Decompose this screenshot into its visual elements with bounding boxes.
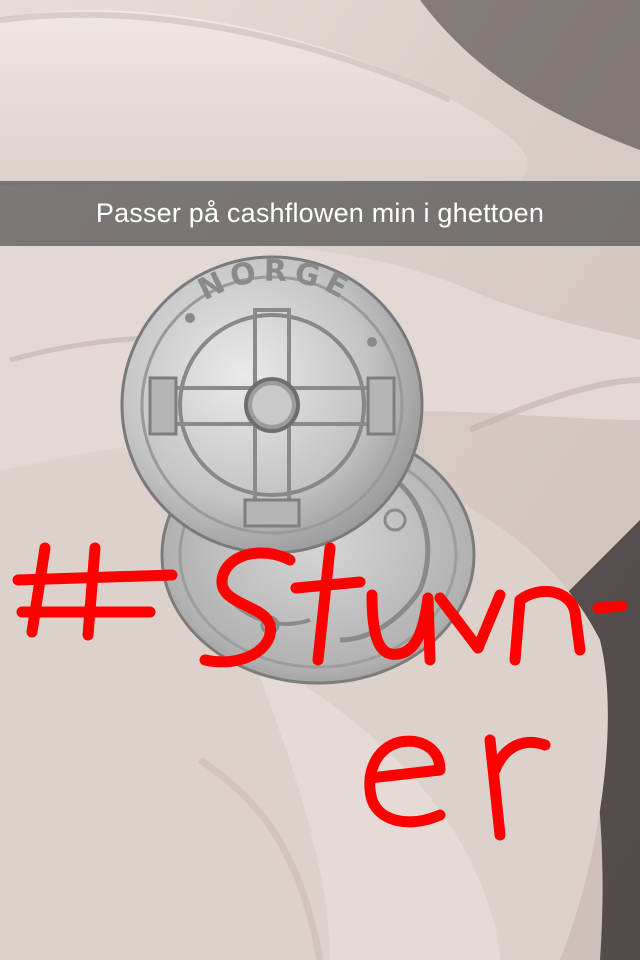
caption-bar[interactable]: Passer på cashflowen min i ghettoen	[0, 181, 640, 246]
caption-text: Passer på cashflowen min i ghettoen	[95, 198, 545, 228]
snap-view: NORGE Passer på cashflowen min i ghettoe…	[0, 0, 640, 960]
photo: NORGE	[0, 0, 640, 960]
one-krone-coin-icon: NORGE	[120, 253, 424, 555]
